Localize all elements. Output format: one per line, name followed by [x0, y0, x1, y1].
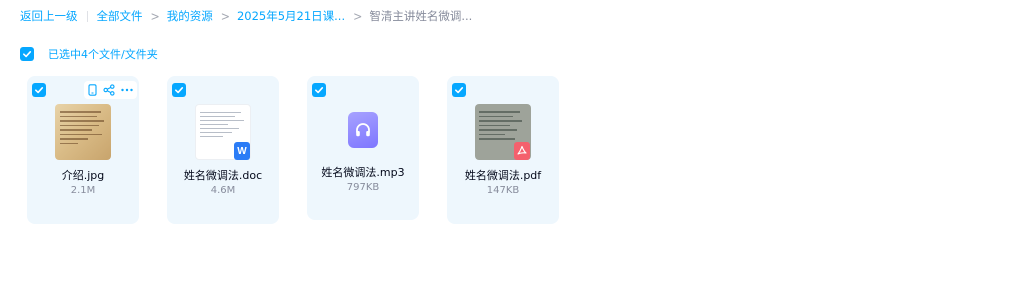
- word-icon: W: [234, 142, 250, 160]
- breadcrumb-my-resources[interactable]: 我的资源: [167, 8, 213, 24]
- file-card[interactable]: W 姓名微调法.doc 4.6M: [167, 76, 279, 224]
- breadcrumb-divider: [86, 10, 88, 22]
- chevron-right-icon: >: [220, 8, 230, 24]
- headphones-icon: [348, 112, 378, 148]
- file-name[interactable]: 姓名微调法.doc: [167, 167, 279, 183]
- image-thumbnail: [55, 104, 111, 160]
- back-link[interactable]: 返回上一级: [20, 8, 78, 24]
- file-card[interactable]: 姓名微调法.mp3 797KB: [307, 76, 419, 220]
- breadcrumb: 返回上一级 全部文件 > 我的资源 > 2025年5月21日课... > 智清主…: [20, 8, 472, 24]
- file-name[interactable]: 姓名微调法.pdf: [447, 167, 559, 183]
- select-all-row: 已选中4个文件/文件夹: [20, 46, 158, 62]
- file-card[interactable]: 姓名微调法.pdf 147KB: [447, 76, 559, 224]
- chevron-right-icon: >: [353, 8, 363, 24]
- breadcrumb-current-folder: 智清主讲姓名微调...: [369, 9, 473, 23]
- checkmark-icon: [315, 87, 324, 94]
- breadcrumb-all-files[interactable]: 全部文件: [97, 8, 143, 24]
- file-size: 797KB: [346, 182, 380, 193]
- file-name[interactable]: 介绍.jpg: [27, 167, 139, 183]
- file-checkbox[interactable]: [32, 83, 46, 97]
- file-size: 2.1M: [70, 185, 96, 196]
- file-checkbox[interactable]: [312, 83, 326, 97]
- breadcrumb-course-folder[interactable]: 2025年5月21日课...: [237, 8, 345, 24]
- checkmark-icon: [175, 87, 184, 94]
- file-card[interactable]: 介绍.jpg 2.1M: [27, 76, 139, 224]
- file-checkbox[interactable]: [452, 83, 466, 97]
- file-checkbox[interactable]: [172, 83, 186, 97]
- chevron-right-icon: >: [150, 8, 160, 24]
- checkmark-icon: [35, 87, 44, 94]
- checkmark-icon: [23, 51, 32, 58]
- selection-count-label: 已选中4个文件/文件夹: [48, 48, 158, 61]
- more-icon[interactable]: [121, 88, 133, 92]
- share-icon[interactable]: [103, 84, 115, 96]
- checkmark-icon: [455, 87, 464, 94]
- pdf-icon: [514, 142, 530, 160]
- phone-icon[interactable]: [88, 84, 97, 96]
- file-size: 147KB: [486, 185, 520, 196]
- select-all-checkbox[interactable]: [20, 47, 34, 61]
- file-size: 4.6M: [210, 185, 236, 196]
- file-name[interactable]: 姓名微调法.mp3: [307, 164, 419, 180]
- card-action-bar: [84, 81, 137, 99]
